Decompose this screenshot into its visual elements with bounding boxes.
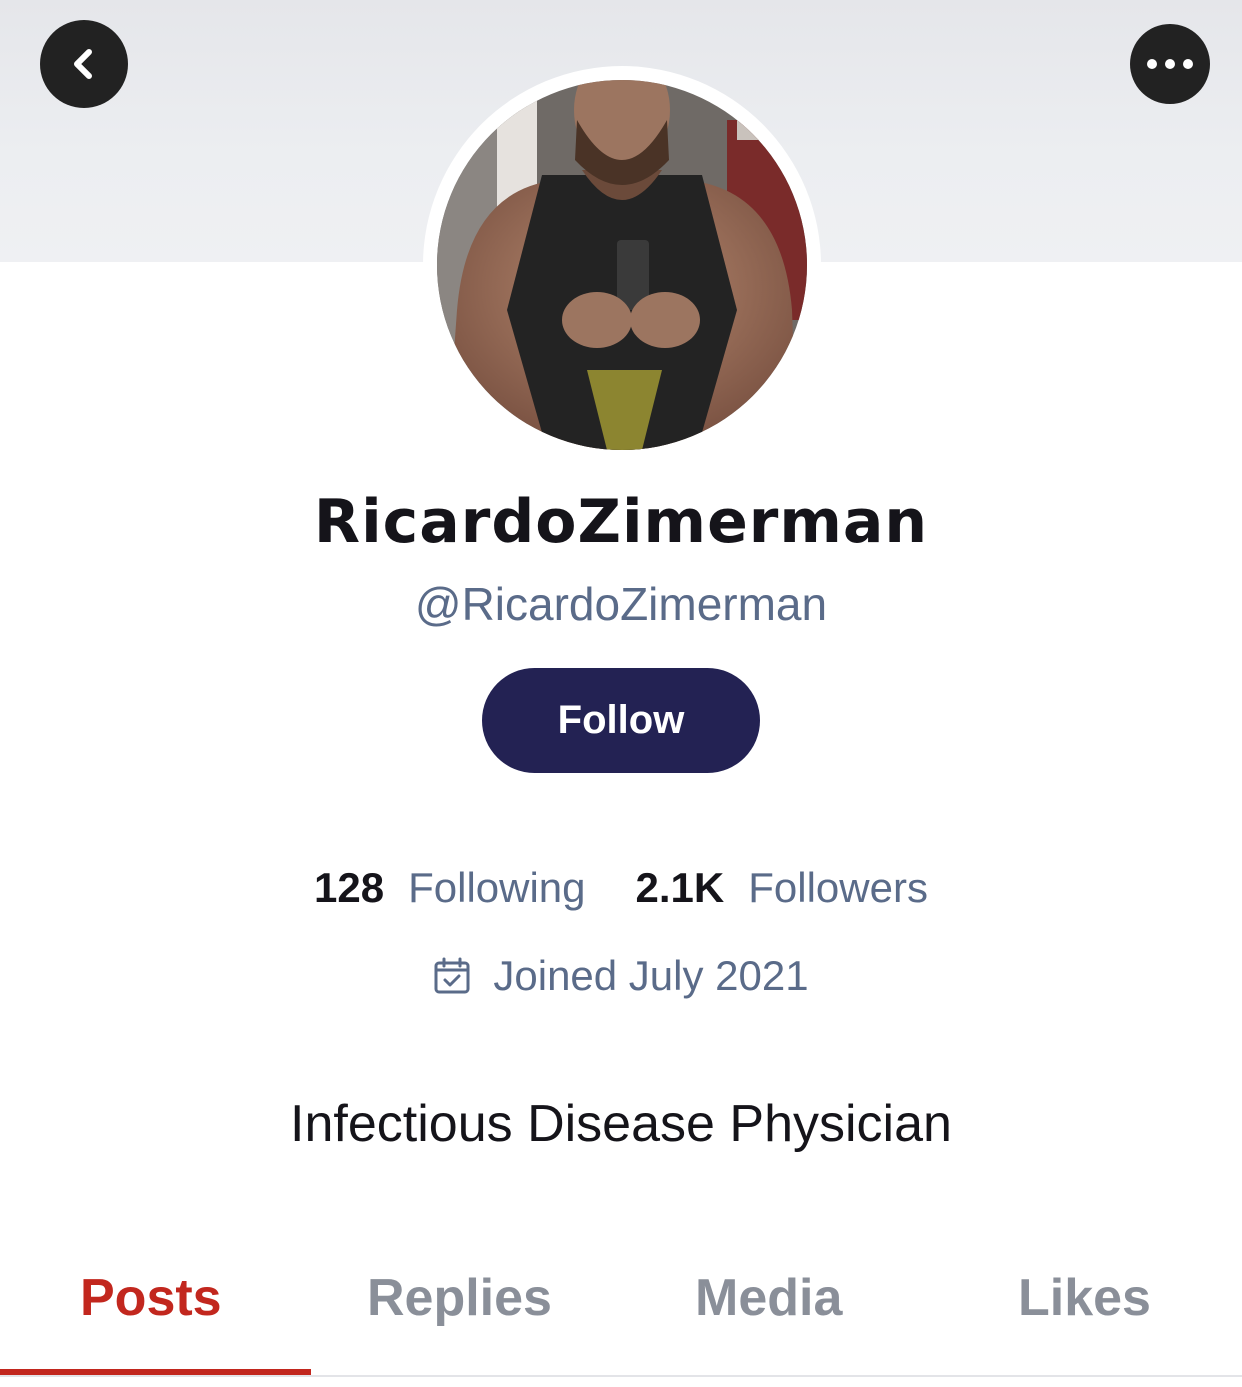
follow-button[interactable]: Follow bbox=[482, 668, 760, 773]
followers-stat[interactable]: 2.1K Followers bbox=[636, 862, 928, 914]
avatar[interactable] bbox=[437, 80, 807, 450]
chevron-left-icon bbox=[74, 49, 92, 79]
tab-posts[interactable]: Posts bbox=[80, 1264, 222, 1332]
profile-bio: Infectious Disease Physician bbox=[290, 1095, 952, 1153]
follow-stats: 128 Following 2.1K Followers bbox=[0, 862, 1242, 914]
joined-date: Joined July 2021 bbox=[0, 950, 1242, 1002]
display-name: RicardoZimerman bbox=[313, 487, 929, 557]
calendar-check-icon bbox=[434, 957, 470, 994]
tab-media[interactable]: Media bbox=[695, 1264, 842, 1332]
ellipsis-icon bbox=[1147, 59, 1193, 69]
following-stat[interactable]: 128 Following bbox=[314, 862, 586, 914]
profile-page: RicardoZimerman @RicardoZimerman Follow … bbox=[0, 0, 1242, 1387]
tab-replies[interactable]: Replies bbox=[367, 1264, 552, 1332]
more-options-button[interactable] bbox=[1130, 24, 1210, 104]
followers-count: 2.1K bbox=[635, 864, 725, 911]
followers-label: Followers bbox=[748, 864, 928, 911]
username-handle: @RicardoZimerman bbox=[414, 578, 828, 630]
following-label: Following bbox=[408, 864, 586, 911]
avatar-photo bbox=[437, 80, 807, 450]
following-count: 128 bbox=[314, 864, 385, 911]
back-button[interactable] bbox=[40, 20, 128, 108]
tabs-divider bbox=[0, 1375, 1242, 1377]
joined-text: Joined July 2021 bbox=[493, 952, 809, 999]
tab-likes[interactable]: Likes bbox=[1018, 1264, 1151, 1332]
profile-tabs: Posts Replies Media Likes bbox=[0, 1230, 1242, 1380]
